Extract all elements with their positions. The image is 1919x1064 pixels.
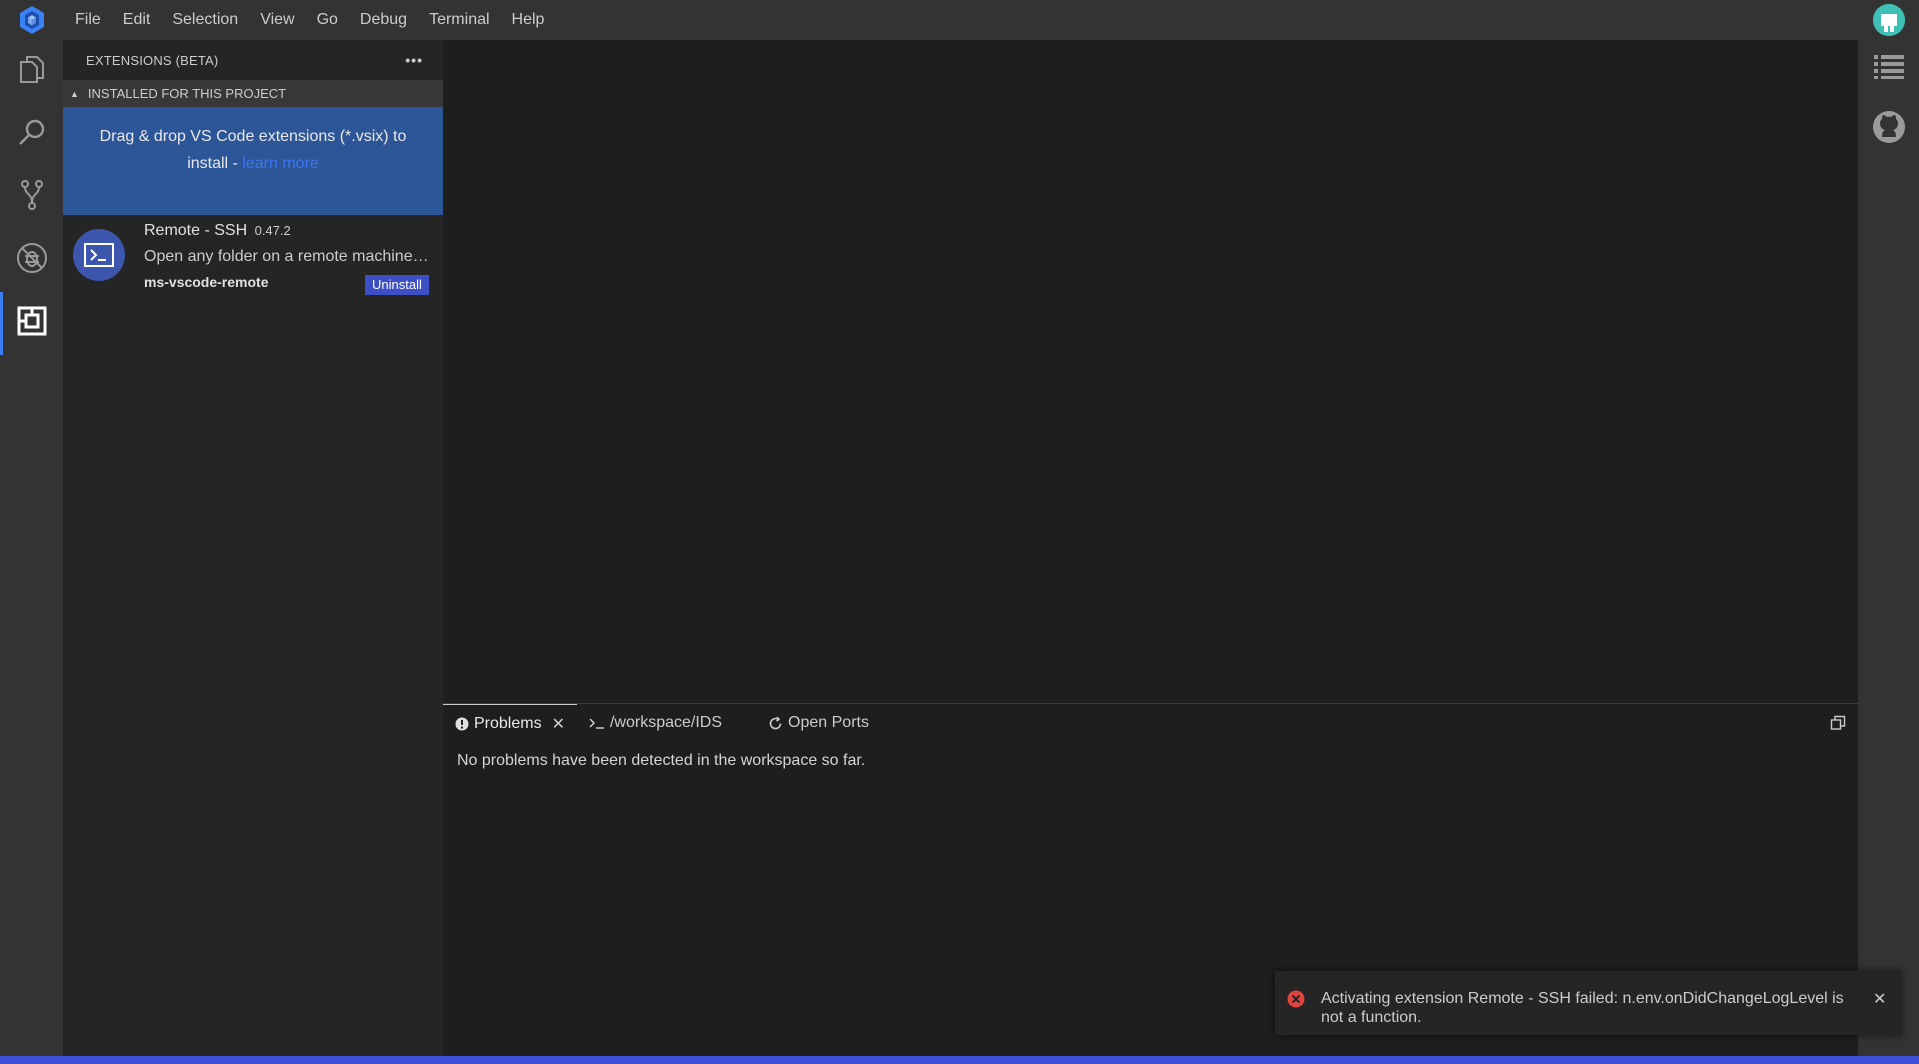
extensions-button[interactable] [0,292,63,355]
extension-version: 0.47.2 [254,223,291,238]
menu-terminal[interactable]: Terminal [418,0,500,40]
learn-more-link[interactable]: learn more [242,155,318,172]
debug-button[interactable] [0,229,63,292]
terminal-prompt-icon [589,716,605,730]
problems-message: No problems have been detected in the wo… [457,752,866,769]
refresh-icon [768,716,783,731]
extensions-icon [17,306,47,341]
theia-logo-icon [0,0,64,40]
source-control-button[interactable] [0,166,63,229]
menu-file[interactable]: File [64,0,112,40]
search-icon [17,117,47,152]
menu-go[interactable]: Go [306,0,349,40]
debug-icon [16,242,48,279]
uninstall-button[interactable]: Uninstall [365,275,429,295]
right-activity-bar [1858,40,1919,1056]
editor-area[interactable] [443,40,1858,703]
menu-edit[interactable]: Edit [112,0,162,40]
menu-selection[interactable]: Selection [161,0,249,40]
tab-terminal[interactable]: /workspace/IDS [577,704,734,742]
status-bar [0,1056,1919,1064]
info-icon [455,717,469,731]
terminal-icon [73,229,125,281]
menu-help[interactable]: Help [501,0,556,40]
drop-hint-banner: Drag & drop VS Code extensions (*.vsix) … [63,107,443,215]
extension-name-row: Remote - SSH 0.47.2 [144,222,291,240]
sidebar-header: EXTENSIONS (BETA) ••• [63,40,443,80]
github-button[interactable] [1858,98,1919,161]
avatar[interactable] [1873,4,1905,36]
ide-window: File Edit Selection View Go Debug Termin… [0,0,1919,1064]
outline-icon [1873,54,1904,85]
tab-open-ports-label: Open Ports [788,714,869,731]
tab-problems-label: Problems [474,714,542,732]
activity-bar [0,40,63,1056]
extension-name: Remote - SSH [144,222,248,239]
collapse-caret-icon: ▲ [70,88,79,99]
panel-tabs: Problems ✕ /workspace/IDS Open Ports [443,704,1858,742]
restore-panel-icon[interactable] [1830,715,1846,731]
menu-view[interactable]: View [249,0,305,40]
explorer-button[interactable] [0,40,63,103]
tab-problems[interactable]: Problems ✕ [443,704,577,742]
extension-item[interactable]: Remote - SSH 0.47.2 Open any folder on a… [63,215,443,299]
error-notification: Activating extension Remote - SSH failed… [1275,971,1901,1035]
notification-message: Activating extension Remote - SSH failed… [1321,990,1844,1026]
extensions-sidebar: EXTENSIONS (BETA) ••• ▲ INSTALLED FOR TH… [63,40,443,1056]
source-control-icon [18,179,46,216]
menu-debug[interactable]: Debug [349,0,418,40]
error-icon [1287,990,1305,1008]
installed-section-header[interactable]: ▲ INSTALLED FOR THIS PROJECT [63,80,443,107]
notification-close-icon[interactable]: ✕ [1873,989,1886,1009]
menu-bar: File Edit Selection View Go Debug Termin… [0,0,1919,40]
extension-publisher: ms-vscode-remote [144,274,269,290]
search-button[interactable] [0,103,63,166]
section-title: INSTALLED FOR THIS PROJECT [87,86,287,101]
explorer-icon [18,54,46,89]
tab-open-ports[interactable]: Open Ports [756,704,881,742]
github-icon [1872,110,1906,149]
close-icon[interactable]: ✕ [552,714,565,734]
extension-description: Open any folder on a remote machine usin… [144,248,432,265]
outline-button[interactable] [1858,40,1919,98]
tab-terminal-label: /workspace/IDS [609,714,723,731]
sidebar-title: EXTENSIONS (BETA) [86,52,219,68]
more-actions-button[interactable]: ••• [405,52,423,68]
